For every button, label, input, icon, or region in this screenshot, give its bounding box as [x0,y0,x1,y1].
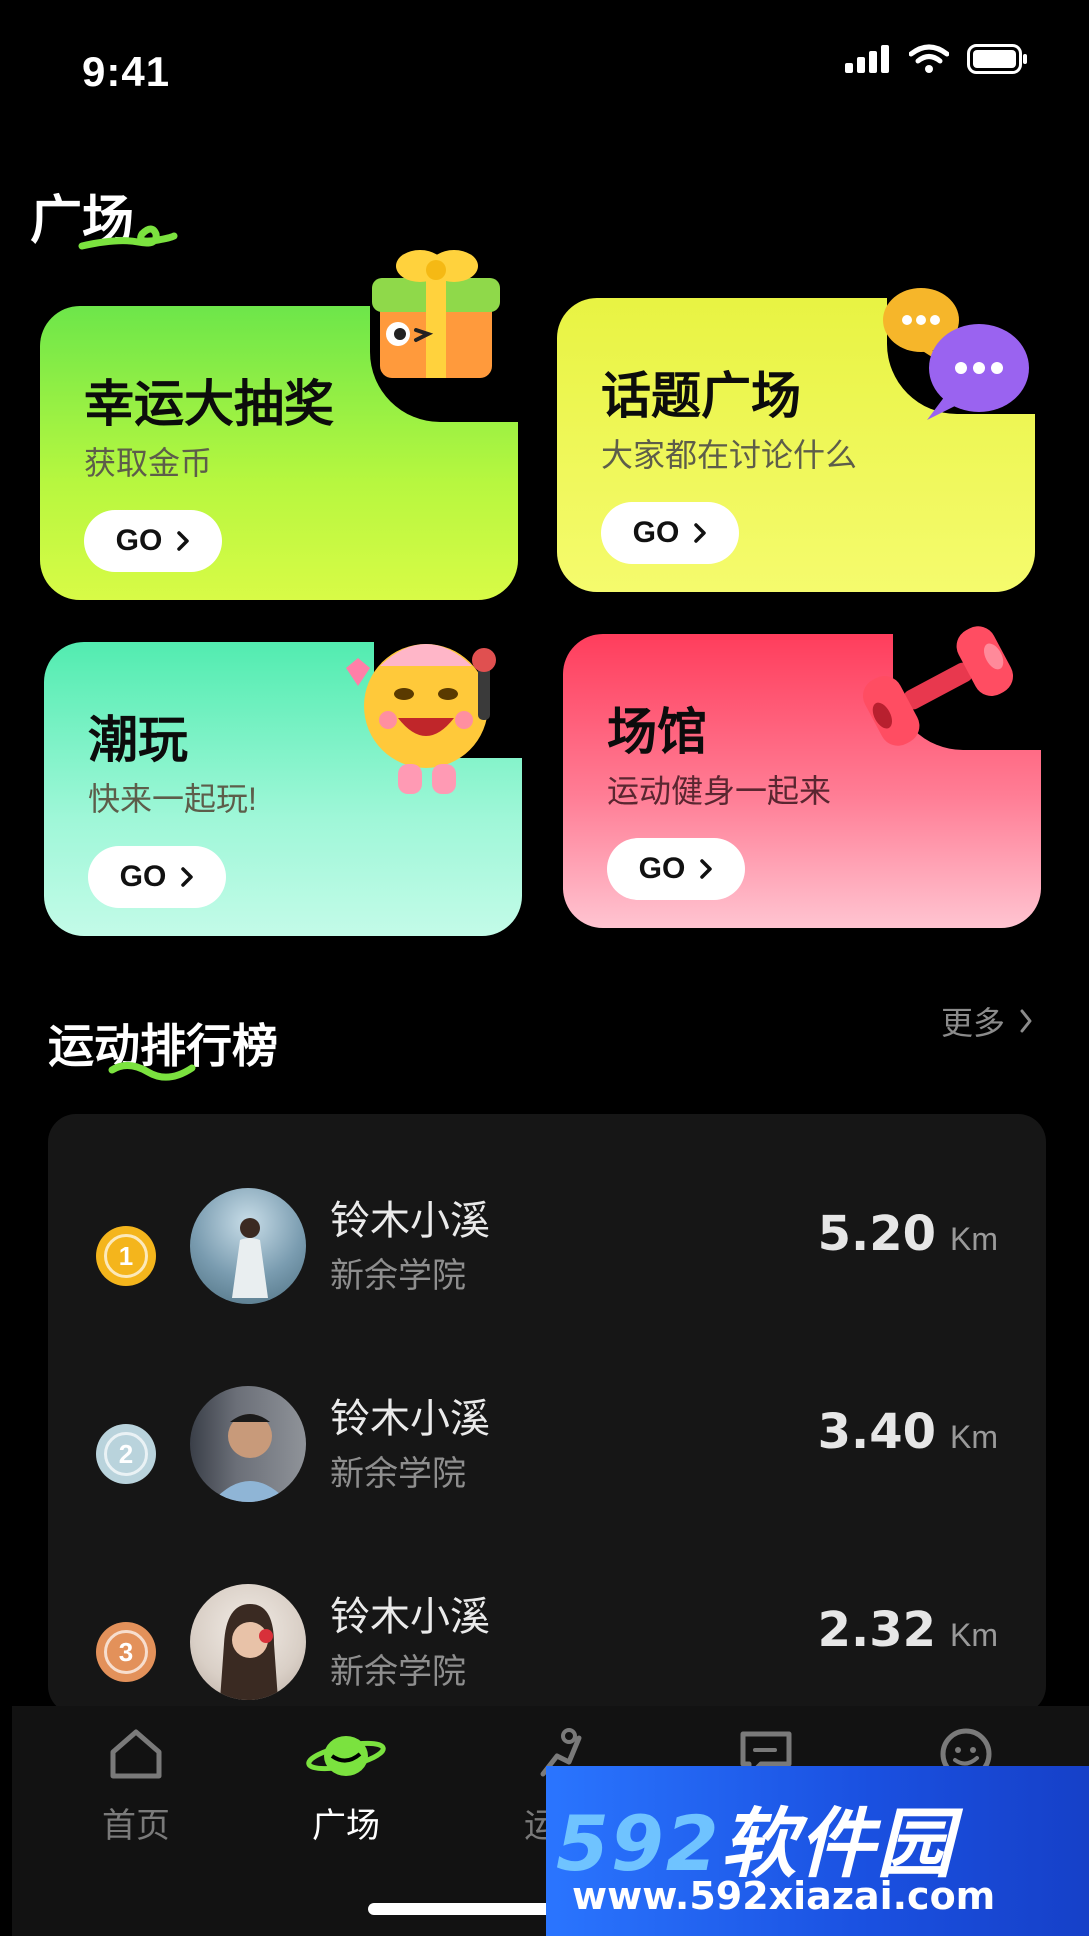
person-silhouette-icon [220,1604,278,1700]
status-icons [845,44,1029,74]
card-subtitle: 快来一起玩! [88,781,257,817]
tab-home[interactable]: 首页 [56,1726,216,1866]
title-squiggle-icon [78,225,178,250]
chevron-right-icon [181,867,194,887]
signal-icon [845,45,889,73]
rank-number: 2 [118,1438,134,1469]
planet-icon [306,1736,386,1776]
chevron-right-icon [700,859,713,879]
go-button[interactable]: GO [84,510,222,572]
more-label: 更多 [940,1005,1005,1041]
distance: 5.20 Km [818,1206,998,1262]
user-school: 新余学院 [330,1257,466,1295]
chevron-right-icon [1020,1009,1032,1033]
go-button[interactable]: GO [607,838,745,900]
go-button[interactable]: GO [601,502,739,564]
user-school: 新余学院 [330,1455,466,1493]
status-bar: 9:41 [0,0,1089,140]
card-title: 话题广场 [601,367,801,425]
user-name: 铃木小溪 [330,1199,490,1243]
user-name: 铃木小溪 [330,1595,490,1639]
chat-bubbles-icon [883,288,1029,420]
tab-label: 广场 [312,1807,380,1845]
distance-unit: Km [950,1617,998,1653]
card-title: 幸运大抽奖 [84,375,334,433]
wifi-icon [909,44,949,73]
tab-square[interactable]: 广场 [266,1726,426,1866]
rank-number: 3 [118,1636,134,1667]
home-icon [110,1729,162,1779]
title-squiggle-icon [108,1062,196,1081]
leaderboard-row[interactable]: 1 铃木小溪 新余学院 5.20 Km [48,1176,1046,1336]
card-title: 潮玩 [88,711,188,769]
avatar[interactable] [190,1584,306,1700]
emoji-mascot-icon [346,644,496,794]
go-button[interactable]: GO [88,846,226,908]
card-subtitle: 大家都在讨论什么 [601,437,858,473]
card-title: 场馆 [607,703,707,761]
more-link[interactable]: 更多 [941,998,1033,1044]
silver-medal-icon: 2 [96,1424,156,1484]
go-label: GO [119,860,167,893]
person-silhouette-icon [232,1218,268,1298]
card-subtitle: 运动健身一起来 [607,773,832,809]
gift-box-icon [372,250,500,378]
chevron-right-icon [694,523,707,543]
go-label: GO [632,516,680,549]
distance: 3.40 Km [818,1404,998,1460]
card-topic-square[interactable]: 话题广场 大家都在讨论什么 GO [557,288,1037,592]
watermark-overlay: 592软件园 www.592xiazai.com [546,1766,1089,1936]
go-label: GO [638,852,686,885]
distance-value: 3.40 [817,1404,936,1460]
distance-unit: Km [950,1221,998,1257]
leaderboard-row[interactable]: 2 铃木小溪 新余学院 3.40 Km [48,1374,1046,1534]
distance-value: 5.20 [817,1206,936,1262]
distance-unit: Km [950,1419,998,1455]
rank-number: 1 [118,1240,134,1271]
card-venue[interactable]: 场馆 运动健身一起来 GO [563,626,1043,928]
distance: 2.32 Km [818,1602,998,1658]
bronze-medal-icon: 3 [96,1622,156,1682]
avatar[interactable] [190,1386,306,1502]
user-school: 新余学院 [330,1653,466,1691]
battery-icon [967,44,1027,74]
leaderboard-panel: 1 铃木小溪 新余学院 5.20 Km 2 铃木小溪 新余学院 3.40 Km … [48,1114,1046,1714]
distance-value: 2.32 [817,1602,936,1658]
card-trend-play[interactable]: 潮玩 快来一起玩! GO [44,638,524,936]
go-label: GO [115,524,163,557]
gold-medal-icon: 1 [96,1226,156,1286]
card-subtitle: 获取金币 [84,445,213,481]
user-name: 铃木小溪 [330,1397,490,1441]
status-time: 9:41 [82,48,171,95]
watermark-url: www.592xiazai.com [572,1874,996,1918]
dumbbell-icon [862,626,1014,746]
person-silhouette-icon [212,1414,288,1502]
chevron-right-icon [177,531,190,551]
tab-label: 首页 [102,1807,170,1845]
avatar[interactable] [190,1188,306,1304]
card-lucky-draw[interactable]: 幸运大抽奖 获取金币 GO [40,250,520,600]
